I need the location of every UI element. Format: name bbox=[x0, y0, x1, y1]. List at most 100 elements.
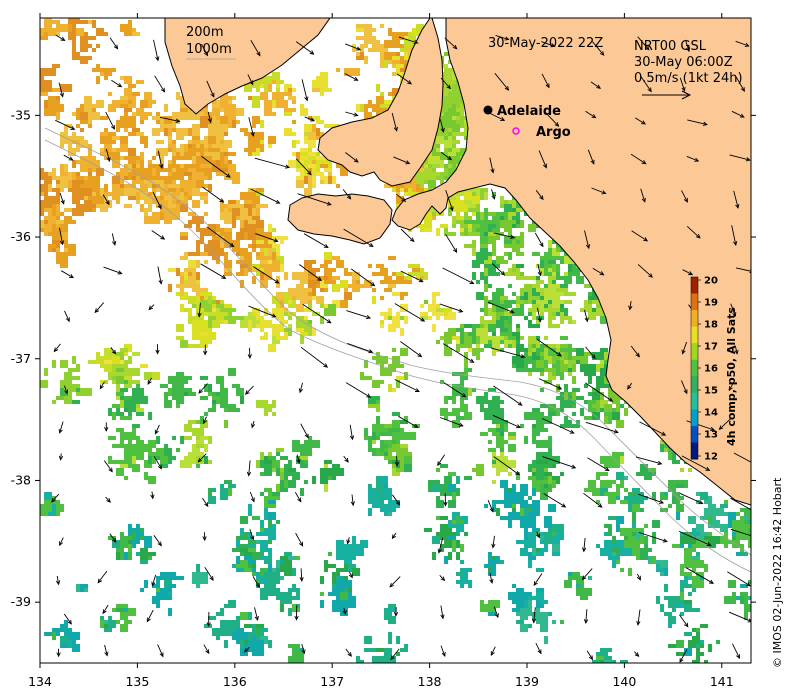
sst-pixel bbox=[52, 176, 60, 180]
sst-pixel bbox=[336, 184, 340, 188]
sst-pixel bbox=[500, 452, 504, 456]
sst-pixel bbox=[328, 272, 332, 276]
sst-pixel bbox=[92, 36, 96, 40]
sst-pixel bbox=[284, 92, 292, 96]
sst-pixel bbox=[612, 408, 616, 412]
sst-pixel bbox=[608, 496, 616, 504]
sst-pixel bbox=[680, 12, 684, 16]
sst-pixel bbox=[340, 568, 344, 572]
sst-pixel bbox=[100, 620, 104, 628]
sst-pixel bbox=[500, 448, 504, 452]
sst-pixel bbox=[484, 276, 488, 284]
sst-pixel bbox=[528, 360, 536, 364]
sst-pixel bbox=[28, 224, 32, 228]
sst-pixel bbox=[636, 556, 640, 560]
sst-pixel bbox=[40, 200, 44, 208]
sst-pixel bbox=[180, 276, 184, 284]
sst-pixel bbox=[460, 576, 468, 580]
sst-pixel bbox=[548, 452, 552, 456]
sst-pixel bbox=[364, 432, 368, 436]
sst-pixel bbox=[216, 632, 220, 636]
sst-pixel bbox=[588, 484, 596, 488]
sst-pixel bbox=[76, 364, 80, 372]
sst-pixel bbox=[360, 664, 364, 668]
sst-pixel bbox=[180, 340, 188, 348]
sst-pixel bbox=[236, 388, 244, 396]
sst-pixel bbox=[588, 392, 592, 396]
sst-pixel bbox=[124, 396, 132, 400]
sst-pixel bbox=[364, 40, 372, 44]
sst-pixel bbox=[280, 600, 288, 604]
sst-pixel bbox=[636, 472, 640, 476]
sst-pixel bbox=[84, 388, 92, 396]
sst-pixel bbox=[216, 308, 220, 312]
sst-pixel bbox=[528, 592, 532, 596]
sst-pixel bbox=[320, 600, 324, 608]
sst-pixel bbox=[756, 528, 760, 536]
sst-pixel bbox=[48, 108, 56, 112]
sst-pixel bbox=[172, 384, 180, 392]
sst-pixel bbox=[268, 112, 276, 116]
sst-pixel bbox=[448, 312, 456, 320]
sst-pixel bbox=[516, 328, 520, 332]
sst-pixel bbox=[304, 128, 308, 132]
sst-pixel bbox=[220, 608, 224, 612]
sst-pixel bbox=[604, 416, 608, 420]
sst-pixel bbox=[56, 64, 60, 68]
sst-pixel bbox=[48, 184, 52, 192]
sst-pixel bbox=[136, 132, 140, 136]
sst-pixel bbox=[384, 668, 388, 676]
sst-pixel bbox=[752, 464, 756, 468]
sst-pixel bbox=[584, 416, 592, 420]
sst-pixel bbox=[328, 552, 332, 556]
sst-pixel bbox=[384, 508, 388, 516]
sst-pixel bbox=[288, 608, 292, 616]
sst-pixel bbox=[608, 480, 616, 484]
sst-pixel bbox=[264, 508, 268, 516]
sst-pixel bbox=[196, 464, 200, 468]
sst-pixel bbox=[444, 556, 448, 564]
sst-pixel bbox=[256, 80, 260, 88]
sst-pixel bbox=[92, 104, 96, 108]
sst-pixel bbox=[276, 8, 284, 12]
sst-pixel bbox=[488, 552, 492, 560]
sst-pixel bbox=[284, 332, 288, 340]
sst-pixel bbox=[460, 544, 464, 552]
sst-pixel bbox=[232, 96, 236, 100]
sst-pixel bbox=[264, 464, 272, 468]
sst-pixel bbox=[104, 128, 108, 132]
sst-pixel bbox=[252, 552, 256, 560]
sst-pixel bbox=[252, 632, 256, 636]
sst-pixel bbox=[144, 540, 152, 548]
sst-pixel bbox=[108, 616, 112, 624]
sst-pixel bbox=[116, 376, 124, 384]
sst-pixel bbox=[72, 44, 76, 52]
sst-pixel bbox=[736, 536, 744, 540]
sst-pixel bbox=[604, 524, 612, 528]
sst-pixel bbox=[640, 540, 644, 544]
sst-pixel bbox=[344, 268, 348, 276]
sst-pixel bbox=[76, 18, 80, 24]
sst-pixel bbox=[288, 588, 292, 592]
sst-pixel bbox=[480, 324, 484, 328]
sst-pixel bbox=[512, 584, 516, 588]
sst-pixel bbox=[524, 592, 528, 596]
sst-pixel bbox=[276, 304, 280, 308]
sst-pixel bbox=[488, 448, 496, 452]
sst-pixel bbox=[120, 396, 124, 400]
sst-pixel bbox=[264, 400, 268, 404]
sst-pixel bbox=[264, 84, 268, 92]
sst-pixel bbox=[256, 552, 264, 556]
sst-pixel bbox=[264, 496, 272, 500]
sst-pixel bbox=[460, 232, 464, 236]
sst-pixel bbox=[60, 172, 68, 176]
sst-pixel bbox=[756, 592, 764, 596]
sst-pixel bbox=[136, 400, 140, 404]
sst-pixel bbox=[132, 424, 140, 428]
sst-pixel bbox=[360, 372, 364, 380]
sst-pixel bbox=[120, 400, 124, 408]
sst-pixel bbox=[196, 576, 200, 580]
sst-pixel bbox=[80, 164, 88, 172]
sst-pixel bbox=[664, 596, 672, 600]
sst-pixel bbox=[60, 380, 64, 388]
